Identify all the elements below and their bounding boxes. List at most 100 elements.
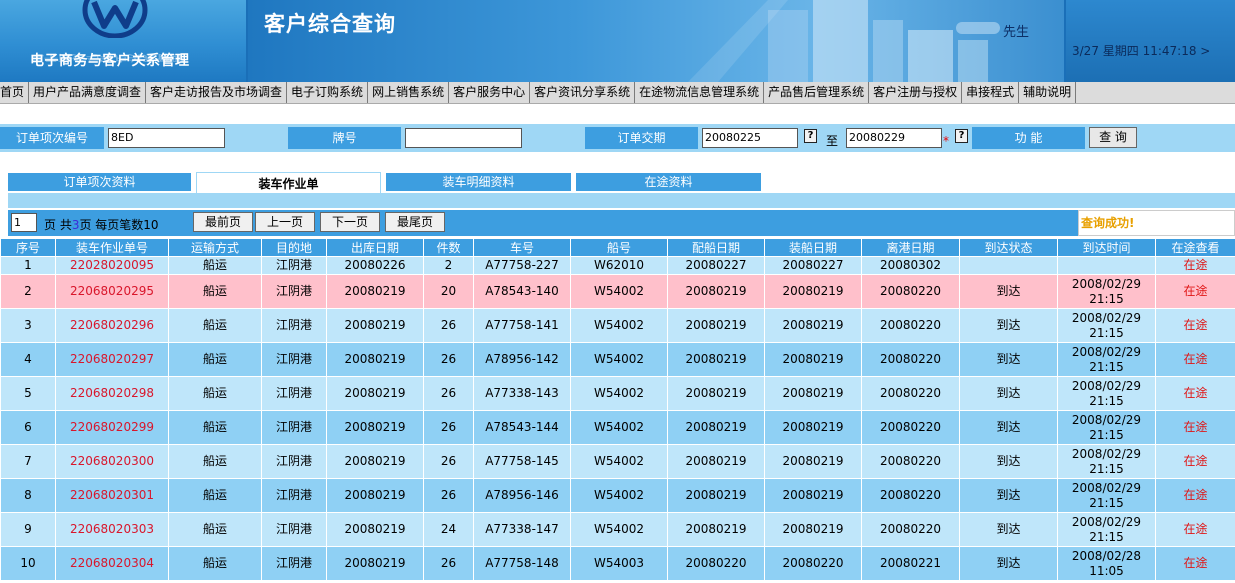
loading-date-cell: 20080219 (764, 274, 862, 309)
transit-view-cell: 在途 (1155, 512, 1235, 547)
arrival-status-cell: 到达 (959, 546, 1058, 581)
menu-item[interactable]: 网上销售系统 (368, 82, 450, 103)
transit-view-cell: 在途 (1155, 342, 1235, 377)
piece-count-cell: 2 (423, 256, 474, 275)
transit-view-link[interactable]: 在途 (1183, 488, 1207, 502)
column-header: 目的地 (261, 238, 327, 257)
loading-order-no-cell: 22068020295 (55, 274, 169, 309)
loading-order-link[interactable]: 22068020297 (70, 352, 154, 366)
ship-no-cell: W54002 (570, 478, 668, 513)
loading-order-link[interactable]: 22028020095 (70, 258, 154, 272)
transit-view-link[interactable]: 在途 (1183, 318, 1207, 332)
ship-assign-date-cell: 20080219 (667, 376, 765, 411)
menu-item[interactable]: 产品售后管理系统 (764, 82, 870, 103)
date-label: 订单交期 (585, 127, 698, 149)
transit-view-cell: 在途 (1155, 274, 1235, 309)
menu-item[interactable]: 辅助说明 (1019, 82, 1077, 103)
transit-view-link[interactable]: 在途 (1183, 258, 1207, 272)
query-button[interactable]: 查 询 (1089, 127, 1137, 148)
departure-date-cell: 20080220 (861, 274, 960, 309)
tab-loading-details[interactable]: 装车明细资料 (386, 173, 571, 191)
truck-no-cell: A78543-144 (473, 410, 571, 445)
column-header: 船号 (570, 238, 668, 257)
truck-no-cell: A77758-145 (473, 444, 571, 479)
date-from-input[interactable]: 20080225 (702, 128, 798, 148)
outbound-date-cell: 20080219 (326, 478, 424, 513)
departure-date-cell: 20080220 (861, 512, 960, 547)
table-row: 4 22068020297 船运 江阴港 20080219 26 A78956-142 W54… (0, 342, 1235, 377)
loading-order-link[interactable]: 22068020303 (70, 522, 154, 536)
date-to-label: 至 (826, 134, 839, 148)
loading-order-link[interactable]: 22068020295 (70, 284, 154, 298)
search-bar: 订单项次编号 8ED 牌号 订单交期 20080225 ? 至 20080229… (0, 124, 1235, 152)
tab-loading-orders[interactable]: 装车作业单 (196, 172, 381, 194)
loading-date-cell: 20080219 (764, 376, 862, 411)
loading-order-link[interactable]: 22068020298 (70, 386, 154, 400)
menu-item[interactable]: 客户服务中心 (449, 82, 531, 103)
column-header: 出库日期 (326, 238, 424, 257)
transit-view-link[interactable]: 在途 (1183, 420, 1207, 434)
loading-order-no-cell: 22068020303 (55, 512, 169, 547)
tab-in-transit[interactable]: 在途资料 (576, 173, 761, 191)
piece-count-cell: 20 (423, 274, 474, 309)
menu-item[interactable]: 首页 (0, 82, 30, 103)
ship-assign-date-cell: 20080219 (667, 444, 765, 479)
menu-item[interactable]: 客户资讯分享系统 (530, 82, 636, 103)
transit-view-cell: 在途 (1155, 444, 1235, 479)
table-row: 8 22068020301 船运 江阴港 20080219 26 A78956-146 W54… (0, 478, 1235, 513)
order-no-input[interactable]: 8ED (108, 128, 225, 148)
arrival-status-cell (959, 256, 1058, 275)
table-row: 6 22068020299 船运 江阴港 20080219 26 A78543-144 W54… (0, 410, 1235, 445)
page-number-input[interactable]: 1 (11, 213, 37, 232)
column-header: 装车作业单号 (55, 238, 169, 257)
transit-view-link[interactable]: 在途 (1183, 522, 1207, 536)
loading-orders-table: 序号 装车作业单号 运输方式 目的地 出库日期 件数 车号 船号 配船日期 装船日期 离港日期 到达状… (0, 238, 1235, 581)
ship-no-cell: W54002 (570, 342, 668, 377)
transit-view-link[interactable]: 在途 (1183, 352, 1207, 366)
first-page-button[interactable]: 最前页 (193, 212, 253, 232)
logo-panel: 电子商务与客户关系管理 电子商务与客户关系管理 (0, 0, 246, 82)
transit-view-link[interactable]: 在途 (1183, 556, 1207, 570)
page-info: 页 共3页 每页笔数10 (44, 216, 159, 233)
company-logo-icon (82, 0, 148, 38)
loading-date-cell: 20080219 (764, 342, 862, 377)
menu-item[interactable]: 电子订购系统 (287, 82, 369, 103)
transit-view-link[interactable]: 在途 (1183, 284, 1207, 298)
menu-item[interactable]: 在途物流信息管理系统 (635, 82, 765, 103)
loading-order-link[interactable]: 22068020301 (70, 488, 154, 502)
loading-order-link[interactable]: 22068020304 (70, 556, 154, 570)
ship-no-cell: W54002 (570, 376, 668, 411)
user-name-redacted (956, 22, 1000, 34)
menu-item[interactable]: 客户注册与授权 (869, 82, 963, 103)
prev-page-button[interactable]: 上一页 (255, 212, 315, 232)
loading-order-link[interactable]: 22068020296 (70, 318, 154, 332)
truck-no-cell: A77338-143 (473, 376, 571, 411)
transit-view-link[interactable]: 在途 (1183, 454, 1207, 468)
page-title: 客户综合查询 (264, 12, 396, 36)
menu-item[interactable]: 客户走访报告及市场调查 (146, 82, 288, 103)
brand-input[interactable] (405, 128, 522, 148)
date-to-input[interactable]: 20080229 (846, 128, 942, 148)
table-row: 5 22068020298 船运 江阴港 20080219 26 A77338-143 W54… (0, 376, 1235, 411)
arrival-time-cell: 2008/02/29 21:15 (1057, 274, 1156, 309)
next-page-button[interactable]: 下一页 (320, 212, 380, 232)
date-from-help-icon[interactable]: ? (804, 129, 817, 143)
transit-view-cell: 在途 (1155, 410, 1235, 445)
menu-item[interactable]: 用户产品满意度调查 (29, 82, 147, 103)
loading-order-no-cell: 22028020095 (55, 256, 169, 275)
ship-assign-date-cell: 20080219 (667, 512, 765, 547)
loading-order-link[interactable]: 22068020300 (70, 454, 154, 468)
loading-order-link[interactable]: 22068020299 (70, 420, 154, 434)
transit-view-link[interactable]: 在途 (1183, 386, 1207, 400)
arrival-status-cell: 到达 (959, 478, 1058, 513)
last-page-button[interactable]: 最尾页 (385, 212, 445, 232)
arrival-time-cell: 2008/02/29 21:15 (1057, 376, 1156, 411)
tab-order-items[interactable]: 订单项次资料 (8, 173, 191, 191)
ship-assign-date-cell: 20080219 (667, 410, 765, 445)
date-to-help-icon[interactable]: ? (955, 129, 968, 143)
table-row: 1 22028020095 船运 江阴港 20080226 2 A77758-227 W620… (0, 256, 1235, 275)
ship-no-cell: W54002 (570, 444, 668, 479)
outbound-date-cell: 20080226 (326, 256, 424, 275)
menu-item[interactable]: 串接程式 (962, 82, 1020, 103)
transport-mode-cell: 船运 (168, 376, 262, 411)
